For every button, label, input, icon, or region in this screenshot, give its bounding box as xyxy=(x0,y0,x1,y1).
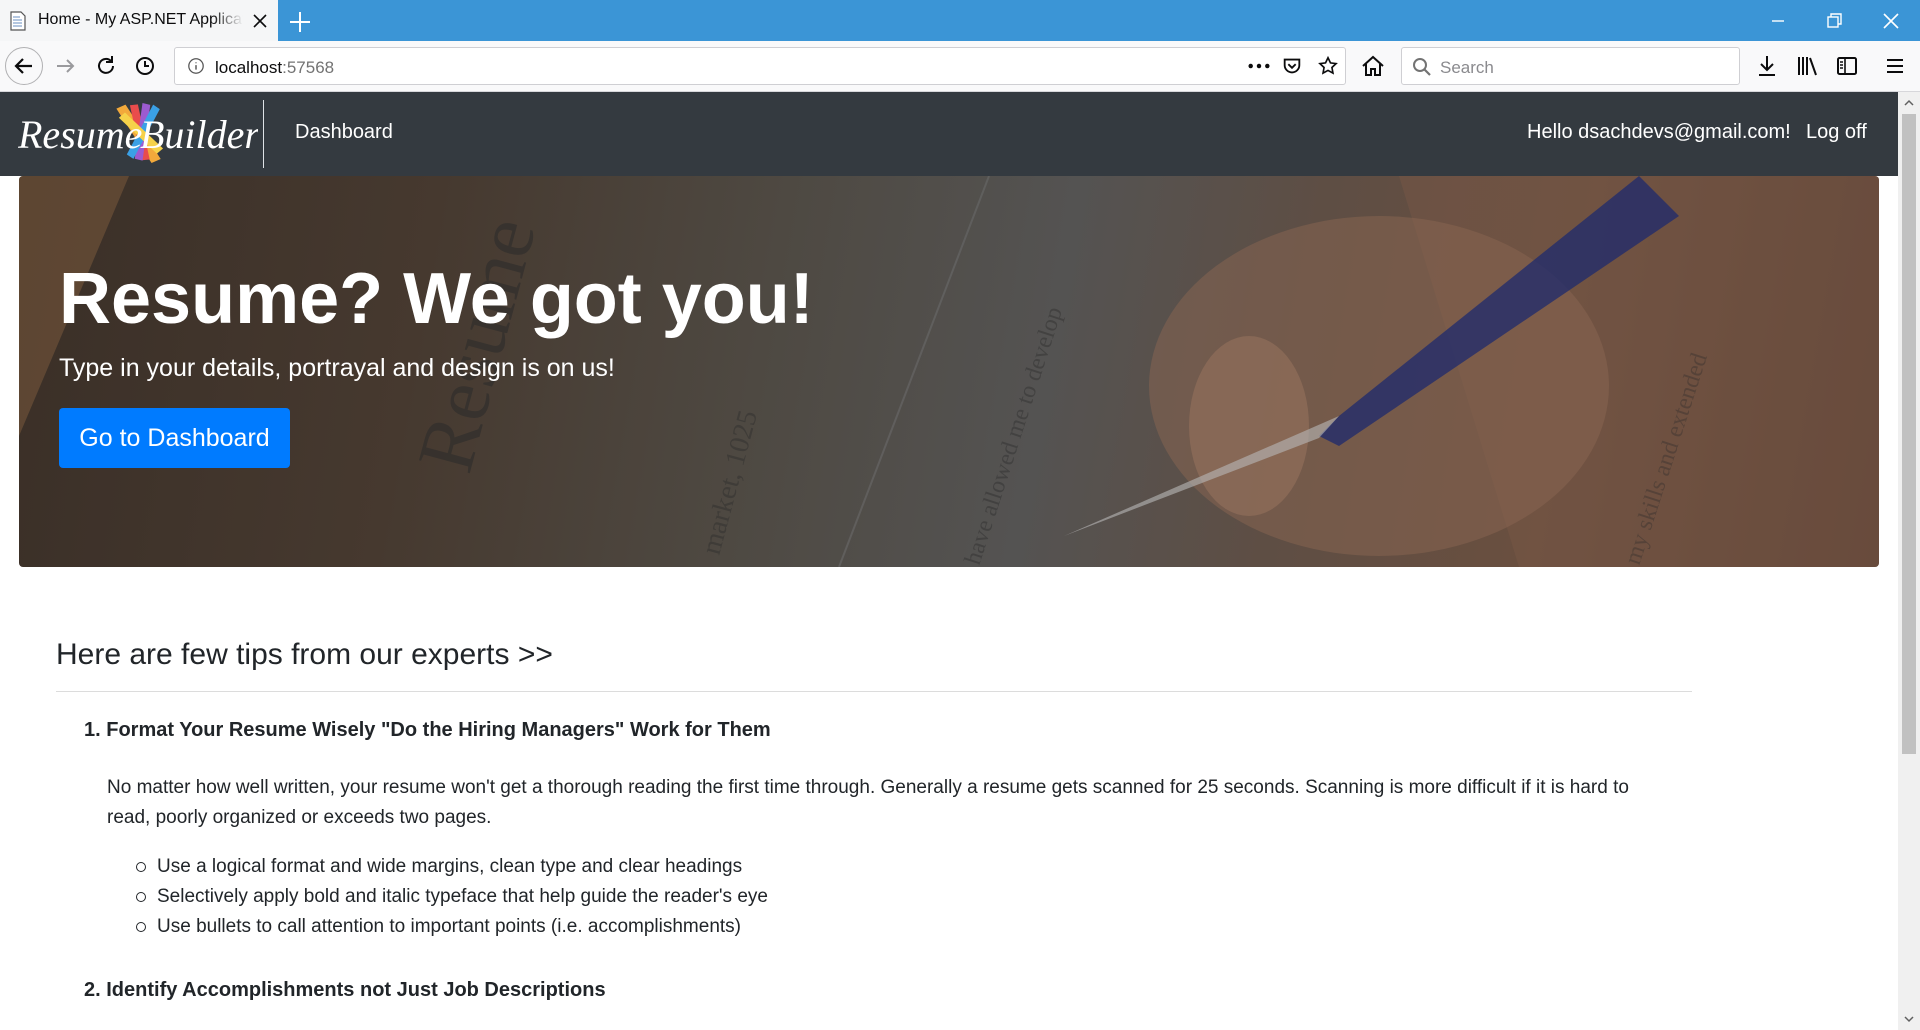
svg-text:have allowed me to develop: have allowed me to develop xyxy=(960,304,1068,567)
hero-subtitle: Type in your details, portrayal and desi… xyxy=(59,354,615,382)
url-bar[interactable]: localhost:57568 xyxy=(174,47,1346,85)
search-input[interactable]: Search xyxy=(1440,58,1494,78)
close-icon[interactable] xyxy=(250,11,270,31)
tips-divider xyxy=(56,691,1692,692)
library-icon[interactable] xyxy=(1791,50,1823,82)
tips-heading: Here are few tips from our experts >> xyxy=(56,638,553,671)
minimize-icon[interactable] xyxy=(1765,8,1791,34)
info-icon[interactable] xyxy=(187,57,205,75)
search-icon xyxy=(1413,58,1431,76)
scrollbar-thumb[interactable] xyxy=(1902,114,1916,754)
ellipsis-icon[interactable] xyxy=(1247,61,1271,71)
url-port: :57568 xyxy=(282,58,335,77)
tip-bullet-list: Use a logical format and wide margins, c… xyxy=(135,852,768,942)
home-icon[interactable] xyxy=(1357,50,1389,82)
clock-icon[interactable] xyxy=(129,50,161,82)
svg-text:market, 1025: market, 1025 xyxy=(696,407,764,558)
nav-link-dashboard[interactable]: Dashboard xyxy=(295,121,393,144)
bullet-text: Use a logical format and wide margins, c… xyxy=(157,856,743,877)
nav-greeting[interactable]: Hello dsachdevs@gmail.com! xyxy=(1527,121,1791,144)
page-icon xyxy=(10,11,26,31)
tip-title: 1. Format Your Resume Wisely "Do the Hir… xyxy=(84,719,771,741)
url-text[interactable]: localhost:57568 xyxy=(215,58,334,78)
svg-text:Resume: Resume xyxy=(401,209,553,481)
tip-body: No matter how well written, your resume … xyxy=(107,777,1629,828)
download-icon[interactable] xyxy=(1751,50,1783,82)
site-navbar: Resume Builder Dashboard Hello dsachdevs… xyxy=(0,92,1898,176)
logo-divider xyxy=(263,100,264,168)
pocket-icon[interactable] xyxy=(1281,55,1303,77)
bullet-text: Selectively apply bold and italic typefa… xyxy=(157,886,768,907)
star-icon[interactable] xyxy=(1317,55,1339,77)
tip-title: 2. Identify Accomplishments not Just Job… xyxy=(84,979,606,1001)
bullet-icon xyxy=(136,862,146,872)
bullet-icon xyxy=(136,922,146,932)
list-item: Selectively apply bold and italic typefa… xyxy=(135,882,768,912)
browser-toolbar: localhost:57568 Search xyxy=(0,41,1920,92)
list-item: Use a logical format and wide margins, c… xyxy=(135,852,768,882)
hero-jumbotron: Resume market, 1025 have allowed me to d… xyxy=(19,176,1879,567)
resume-builder-logo[interactable]: Resume Builder xyxy=(17,98,260,170)
back-arrow-icon xyxy=(14,58,32,74)
search-bar[interactable]: Search xyxy=(1401,47,1740,85)
bullet-text: Use bullets to call attention to importa… xyxy=(157,916,741,937)
hero-title: Resume? We got you! xyxy=(59,259,814,339)
scroll-up-icon[interactable] xyxy=(1898,92,1920,114)
forward-arrow-icon[interactable] xyxy=(50,50,82,82)
logo-image: Resume Builder xyxy=(17,102,260,164)
sidebar-icon[interactable] xyxy=(1831,50,1863,82)
browser-tab[interactable]: Home - My ASP.NET Application xyxy=(0,0,278,41)
nav-link-logoff[interactable]: Log off xyxy=(1806,121,1867,144)
scroll-down-icon[interactable] xyxy=(1898,1008,1920,1030)
bullet-icon xyxy=(136,892,146,902)
svg-text:Builder: Builder xyxy=(140,112,258,157)
back-button[interactable] xyxy=(5,47,43,85)
reload-icon[interactable] xyxy=(90,50,122,82)
tab-title: Home - My ASP.NET Application xyxy=(38,11,243,28)
svg-text:Resume: Resume xyxy=(18,112,142,157)
go-to-dashboard-button[interactable]: Go to Dashboard xyxy=(59,408,290,468)
plus-icon[interactable] xyxy=(287,9,313,35)
browser-tab-bar: Home - My ASP.NET Application xyxy=(0,0,1920,41)
page-viewport: Resume Builder Dashboard Hello dsachdevs… xyxy=(0,92,1898,1030)
close-window-icon[interactable] xyxy=(1878,8,1904,34)
page-scrollbar[interactable] xyxy=(1898,92,1920,1030)
hamburger-icon[interactable] xyxy=(1879,50,1911,82)
url-host: localhost xyxy=(215,58,283,77)
restore-icon[interactable] xyxy=(1821,8,1847,34)
list-item: Use bullets to call attention to importa… xyxy=(135,912,768,942)
